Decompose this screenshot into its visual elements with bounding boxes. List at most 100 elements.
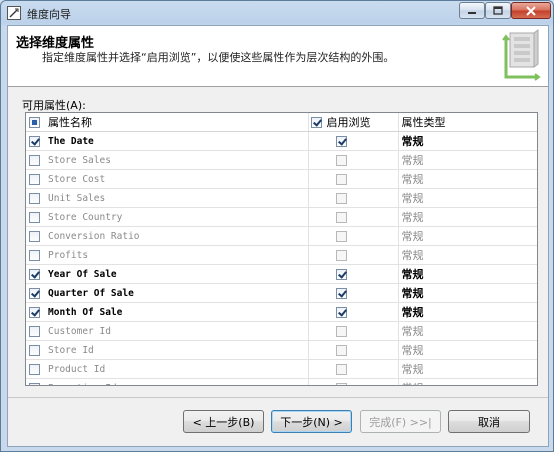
attribute-type: 常规 bbox=[401, 154, 424, 167]
attribute-type-cell[interactable]: 常规 bbox=[398, 283, 537, 303]
page-subtitle: 指定维度属性并选择“启用浏览”，以便使这些属性作为层次结构的外围。 bbox=[42, 51, 395, 64]
cancel-button[interactable]: 取消 bbox=[448, 410, 530, 433]
attribute-name-cell: Unit Sales bbox=[26, 188, 309, 208]
attribute-name-cell: The Date bbox=[26, 131, 309, 151]
enable-browse-checkbox[interactable] bbox=[335, 230, 347, 242]
maximize-icon bbox=[493, 6, 503, 15]
enable-browse-checkbox[interactable] bbox=[335, 154, 347, 166]
attribute-select-checkbox[interactable] bbox=[29, 173, 40, 185]
attribute-select-checkbox[interactable] bbox=[29, 325, 40, 337]
attribute-row[interactable]: Product Id 常规 bbox=[26, 359, 537, 379]
back-button[interactable]: < 上一步(B) bbox=[183, 410, 264, 433]
attribute-type-cell[interactable]: 常规 bbox=[398, 150, 537, 170]
attribute-type-cell[interactable]: 常规 bbox=[398, 207, 537, 227]
attribute-select-checkbox[interactable] bbox=[29, 230, 40, 242]
attribute-select-checkbox[interactable] bbox=[29, 287, 40, 299]
attribute-type: 常规 bbox=[401, 306, 424, 319]
attribute-row[interactable]: Store Cost 常规 bbox=[26, 169, 537, 189]
attribute-type: 常规 bbox=[399, 382, 424, 385]
attribute-select-checkbox[interactable] bbox=[29, 306, 40, 318]
attribute-row[interactable]: Year Of Sale 常规 bbox=[26, 264, 537, 284]
attribute-name-cell: Profits bbox=[26, 245, 309, 265]
enable-browse-checkbox[interactable] bbox=[335, 287, 347, 299]
attribute-type: 常规 bbox=[401, 344, 424, 357]
attribute-name-cell: Store Country bbox=[26, 207, 309, 227]
attribute-type-cell[interactable]: 常规 bbox=[398, 359, 537, 379]
attribute-row[interactable]: Profits 常规 bbox=[26, 245, 537, 265]
attribute-name-cell: Year Of Sale bbox=[26, 264, 309, 284]
attribute-row[interactable]: Store Id 常规 bbox=[26, 340, 537, 360]
enable-browse-cell bbox=[308, 207, 399, 227]
attribute-name: Year Of Sale bbox=[48, 268, 117, 280]
attribute-row[interactable]: Store Country 常规 bbox=[26, 207, 537, 227]
attribute-type-cell[interactable]: 常规 bbox=[398, 378, 537, 385]
attribute-name: Customer Id bbox=[48, 325, 111, 337]
minimize-button[interactable] bbox=[459, 2, 485, 19]
attribute-select-checkbox[interactable] bbox=[29, 344, 40, 356]
attribute-type-cell[interactable]: 常规 bbox=[398, 188, 537, 208]
enable-browse-cell bbox=[308, 359, 399, 379]
attribute-row[interactable]: Customer Id 常规 bbox=[26, 321, 537, 341]
enable-browse-checkbox[interactable] bbox=[335, 268, 347, 280]
enable-browse-checkbox[interactable] bbox=[335, 325, 347, 337]
enable-browse-checkbox[interactable] bbox=[335, 249, 347, 261]
attribute-name-cell: Customer Id bbox=[26, 321, 309, 341]
attribute-name: Month Of Sale bbox=[48, 306, 123, 318]
attribute-type-cell[interactable]: 常规 bbox=[398, 245, 537, 265]
enable-browse-checkbox[interactable] bbox=[335, 173, 347, 185]
attribute-type-cell[interactable]: 常规 bbox=[398, 340, 537, 360]
attribute-type-cell[interactable]: 常规 bbox=[398, 131, 537, 151]
attribute-row[interactable]: Store Sales 常规 bbox=[26, 150, 537, 170]
minimize-icon bbox=[468, 11, 476, 14]
attribute-row[interactable]: Month Of Sale 常规 bbox=[26, 302, 537, 322]
attribute-select-checkbox[interactable] bbox=[29, 249, 40, 261]
attribute-type-cell[interactable]: 常规 bbox=[398, 302, 537, 322]
close-button[interactable] bbox=[511, 2, 551, 19]
attribute-row[interactable]: Promotion Id 常规 bbox=[26, 378, 537, 385]
column-header-name[interactable]: 属性名称 bbox=[26, 113, 309, 132]
attribute-select-checkbox[interactable] bbox=[29, 135, 40, 147]
column-browse-label: 启用浏览 bbox=[326, 116, 371, 129]
attribute-row[interactable]: Unit Sales 常规 bbox=[26, 188, 537, 208]
attribute-type: 常规 bbox=[401, 192, 424, 205]
attribute-row[interactable]: The Date 常规 bbox=[26, 131, 537, 151]
attribute-name-cell: Conversion Ratio bbox=[26, 226, 309, 246]
column-header-type[interactable]: 属性类型 bbox=[398, 113, 537, 132]
attribute-select-checkbox[interactable] bbox=[29, 211, 40, 223]
window-title: 维度向导 bbox=[27, 8, 71, 21]
attribute-name: Store Country bbox=[48, 211, 123, 223]
enable-browse-checkbox[interactable] bbox=[335, 135, 347, 147]
attribute-type: 常规 bbox=[401, 230, 424, 243]
footer-divider bbox=[8, 397, 548, 398]
attribute-type-cell[interactable]: 常规 bbox=[398, 226, 537, 246]
attribute-row[interactable]: Quarter Of Sale 常规 bbox=[26, 283, 537, 303]
finish-button[interactable]: 完成(F) >>| bbox=[360, 410, 441, 433]
attribute-select-checkbox[interactable] bbox=[29, 154, 40, 166]
attribute-name: Unit Sales bbox=[48, 192, 106, 204]
attribute-select-checkbox[interactable] bbox=[29, 268, 40, 280]
attribute-type-cell[interactable]: 常规 bbox=[398, 169, 537, 189]
wizard-icon bbox=[7, 6, 21, 20]
enable-browse-checkbox[interactable] bbox=[335, 344, 347, 356]
enable-browse-cell bbox=[308, 283, 399, 303]
enable-browse-checkbox[interactable] bbox=[335, 306, 347, 318]
attribute-name-cell: Store Sales bbox=[26, 150, 309, 170]
enable-browse-all-checkbox[interactable] bbox=[310, 116, 322, 128]
column-header-browse[interactable]: 启用浏览 bbox=[308, 113, 399, 132]
next-button[interactable]: 下一步(N) > bbox=[271, 410, 352, 433]
attribute-type-cell[interactable]: 常规 bbox=[398, 264, 537, 284]
maximize-button[interactable] bbox=[485, 2, 511, 19]
attribute-select-checkbox[interactable] bbox=[29, 363, 40, 375]
enable-browse-cell bbox=[308, 264, 399, 284]
attribute-row[interactable]: Conversion Ratio 常规 bbox=[26, 226, 537, 246]
enable-browse-cell bbox=[308, 321, 399, 341]
attribute-type-cell[interactable]: 常规 bbox=[398, 321, 537, 341]
attribute-select-checkbox[interactable] bbox=[29, 192, 40, 204]
enable-browse-checkbox[interactable] bbox=[335, 192, 347, 204]
enable-browse-checkbox[interactable] bbox=[335, 382, 347, 385]
enable-browse-checkbox[interactable] bbox=[335, 363, 347, 375]
attribute-name-cell: Month Of Sale bbox=[26, 302, 309, 322]
attribute-select-checkbox[interactable] bbox=[29, 382, 40, 385]
select-all-checkbox[interactable] bbox=[29, 116, 40, 128]
enable-browse-checkbox[interactable] bbox=[335, 211, 347, 223]
